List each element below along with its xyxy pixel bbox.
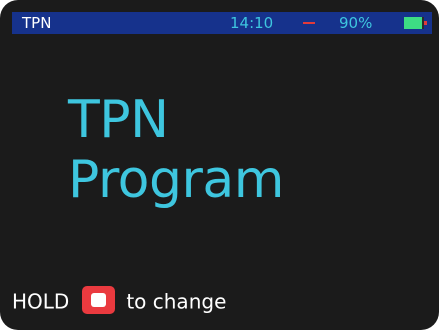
battery-tip bbox=[424, 21, 427, 25]
device-screen: TPN 14:10 90% TPN Program HOLD to change bbox=[0, 0, 439, 330]
program-title-line1: TPN bbox=[68, 90, 169, 150]
battery-percent: 90% bbox=[339, 14, 373, 32]
button-inner-square bbox=[91, 292, 107, 307]
program-title: TPN Program bbox=[68, 90, 284, 210]
program-title-line2: Program bbox=[68, 150, 284, 210]
status-time: 14:10 bbox=[230, 14, 274, 32]
red-square-button-icon bbox=[82, 285, 116, 314]
status-app-label: TPN bbox=[22, 14, 52, 32]
battery-body bbox=[404, 17, 424, 29]
battery-icon bbox=[404, 17, 428, 29]
status-indicator-dash bbox=[303, 22, 315, 24]
hint-prefix: HOLD bbox=[12, 289, 70, 314]
battery-fill bbox=[404, 17, 422, 29]
hold-hint: HOLD to change bbox=[12, 284, 226, 316]
status-bar: TPN 14:10 90% bbox=[12, 12, 432, 34]
hint-suffix: to change bbox=[126, 289, 227, 314]
